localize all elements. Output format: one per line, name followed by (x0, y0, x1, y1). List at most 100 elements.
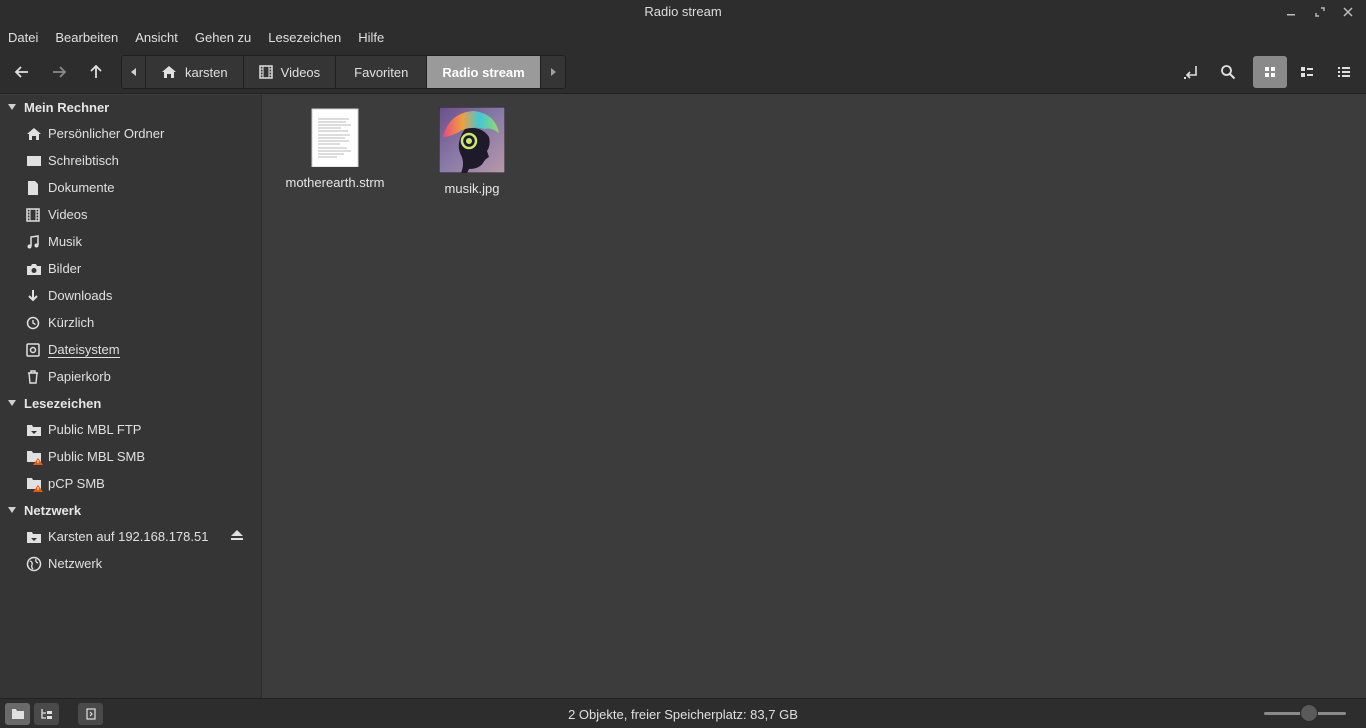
download-arrow-icon (26, 289, 48, 303)
sidebar-item-pcp-smb[interactable]: pCP SMB (0, 470, 262, 497)
sidebar-item-label: Kürzlich (48, 315, 95, 330)
expander-down-icon (0, 506, 24, 514)
up-button[interactable] (83, 60, 109, 84)
sidebar-item-dateisystem[interactable]: Dateisystem (0, 336, 262, 363)
sidebar-item-label: Netzwerk (48, 556, 103, 571)
file-view[interactable]: motherearth.strm musik.jpg (263, 95, 1366, 698)
expander-down-icon (0, 399, 24, 407)
minimize-button[interactable] (1282, 3, 1300, 21)
trash-icon (26, 369, 48, 384)
forward-button[interactable] (46, 60, 72, 84)
status-text: 2 Objekte, freier Speicherplatz: 83,7 GB (568, 707, 798, 722)
triangle-right-icon (550, 68, 556, 76)
section-title: Lesezeichen (24, 395, 102, 411)
zoom-slider-handle[interactable] (1300, 704, 1319, 722)
clock-icon (26, 316, 48, 330)
window-title: Radio stream (644, 4, 722, 19)
sidebar-item-label: Downloads (48, 288, 113, 303)
sidebar-item-label: Musik (48, 234, 82, 249)
breadcrumb-favoriten[interactable]: Favoriten (336, 56, 428, 88)
file-item-motherearth[interactable]: motherearth.strm (280, 107, 390, 190)
arrow-right-icon (53, 66, 67, 78)
network-folder-warning-icon (26, 476, 48, 492)
sidebar-item-musik[interactable]: Musik (0, 228, 262, 255)
location-entry-icon (1184, 66, 1197, 79)
sidebar-item-public-mbl-ftp[interactable]: Public MBL FTP (0, 416, 262, 443)
sidebar-item-label: Bilder (48, 261, 82, 276)
home-icon (26, 127, 48, 141)
text-file-icon (280, 107, 390, 167)
breadcrumb-videos[interactable]: Videos (243, 56, 337, 88)
sidebar-item-label: Schreibtisch (48, 153, 119, 168)
globe-icon (26, 556, 48, 572)
music-note-icon (26, 234, 48, 249)
sidebar-item-downloads[interactable]: Downloads (0, 282, 262, 309)
sidebar-item-papierkorb[interactable]: Papierkorb (0, 363, 262, 390)
sidebar-item-label: Public MBL FTP (48, 422, 142, 437)
drive-icon (26, 342, 48, 357)
list-view-button[interactable] (1290, 56, 1324, 88)
restore-icon (1315, 7, 1325, 17)
sidebar-item-label: Videos (48, 207, 88, 222)
sidebar-item-label: Karsten auf 192.168.178.51 (48, 529, 209, 544)
sidebar-section-netzwerk[interactable]: Netzwerk (0, 498, 81, 522)
sidebar-item-dokumente[interactable]: Dokumente (0, 174, 262, 201)
close-button[interactable] (1339, 3, 1357, 21)
status-bar: 2 Objekte, freier Speicherplatz: 83,7 GB (0, 698, 1366, 728)
menu-bar: Datei Bearbeiten Ansicht Gehen zu Leseze… (0, 24, 1366, 50)
sidebar-section-mein-rechner[interactable]: Mein Rechner (0, 95, 109, 119)
sidebar-item-bilder[interactable]: Bilder (0, 255, 262, 282)
sidebar-item-netzwerk[interactable]: Netzwerk (0, 550, 262, 577)
sidebar-item-label: Dokumente (48, 180, 115, 195)
document-icon (26, 180, 48, 196)
network-folder-icon (26, 530, 48, 544)
maximize-button[interactable] (1311, 3, 1329, 21)
breadcrumb-scroll-right[interactable] (540, 56, 565, 88)
grid-view-icon (1265, 67, 1275, 77)
file-name-label: motherearth.strm (285, 175, 385, 190)
toggle-location-entry-button[interactable] (1174, 56, 1208, 88)
image-thumbnail-icon (417, 107, 527, 173)
breadcrumb-label: karsten (185, 64, 228, 80)
search-button[interactable] (1211, 56, 1245, 88)
breadcrumb-label: Videos (280, 64, 321, 80)
breadcrumb-label: Radio stream (442, 64, 525, 80)
breadcrumb-radio-stream[interactable]: Radio stream (427, 56, 541, 88)
eject-icon[interactable] (230, 529, 244, 544)
title-bar: Radio stream (0, 0, 1366, 24)
breadcrumb-karsten[interactable]: karsten (146, 56, 244, 88)
menu-bearbeiten[interactable]: Bearbeiten (55, 30, 118, 45)
menu-lesezeichen[interactable]: Lesezeichen (268, 30, 341, 45)
icon-view-button[interactable] (1253, 56, 1287, 88)
home-icon (161, 65, 177, 79)
sidebar-item-persoenlicher-ordner[interactable]: Persönlicher Ordner (0, 120, 262, 147)
menu-datei[interactable]: Datei (8, 30, 38, 45)
file-item-musik-jpg[interactable]: musik.jpg (417, 107, 527, 196)
sidebar-item-public-mbl-smb[interactable]: Public MBL SMB (0, 443, 262, 470)
section-title: Mein Rechner (24, 99, 110, 115)
sidebar-item-label: Dateisystem (48, 341, 120, 358)
sidebar-item-videos[interactable]: Videos (0, 201, 262, 228)
search-icon (1221, 65, 1236, 80)
sidebar-section-lesezeichen[interactable]: Lesezeichen (0, 391, 101, 415)
sidebar-item-schreibtisch[interactable]: Schreibtisch (0, 147, 262, 174)
close-icon (1343, 7, 1353, 17)
menu-ansicht[interactable]: Ansicht (135, 30, 178, 45)
menu-hilfe[interactable]: Hilfe (358, 30, 384, 45)
breadcrumb-scroll-left[interactable] (122, 56, 146, 88)
sidebar-item-kuerzlich[interactable]: Kürzlich (0, 309, 262, 336)
sidebar-item-label: pCP SMB (48, 476, 105, 491)
arrow-up-icon (90, 64, 102, 78)
sidebar-item-label: Persönlicher Ordner (48, 126, 165, 141)
compact-view-icon (1338, 67, 1350, 77)
network-folder-icon (26, 423, 48, 437)
back-button[interactable] (9, 60, 35, 84)
camera-icon (26, 262, 48, 276)
compact-view-button[interactable] (1327, 56, 1361, 88)
breadcrumb-label: Favoriten (354, 64, 409, 80)
sidebar-item-karsten-auf-host[interactable]: Karsten auf 192.168.178.51 (0, 523, 262, 550)
menu-gehen-zu[interactable]: Gehen zu (195, 30, 251, 45)
triangle-left-icon (130, 68, 136, 76)
network-folder-warning-icon (26, 449, 48, 465)
desktop-icon (26, 154, 48, 168)
